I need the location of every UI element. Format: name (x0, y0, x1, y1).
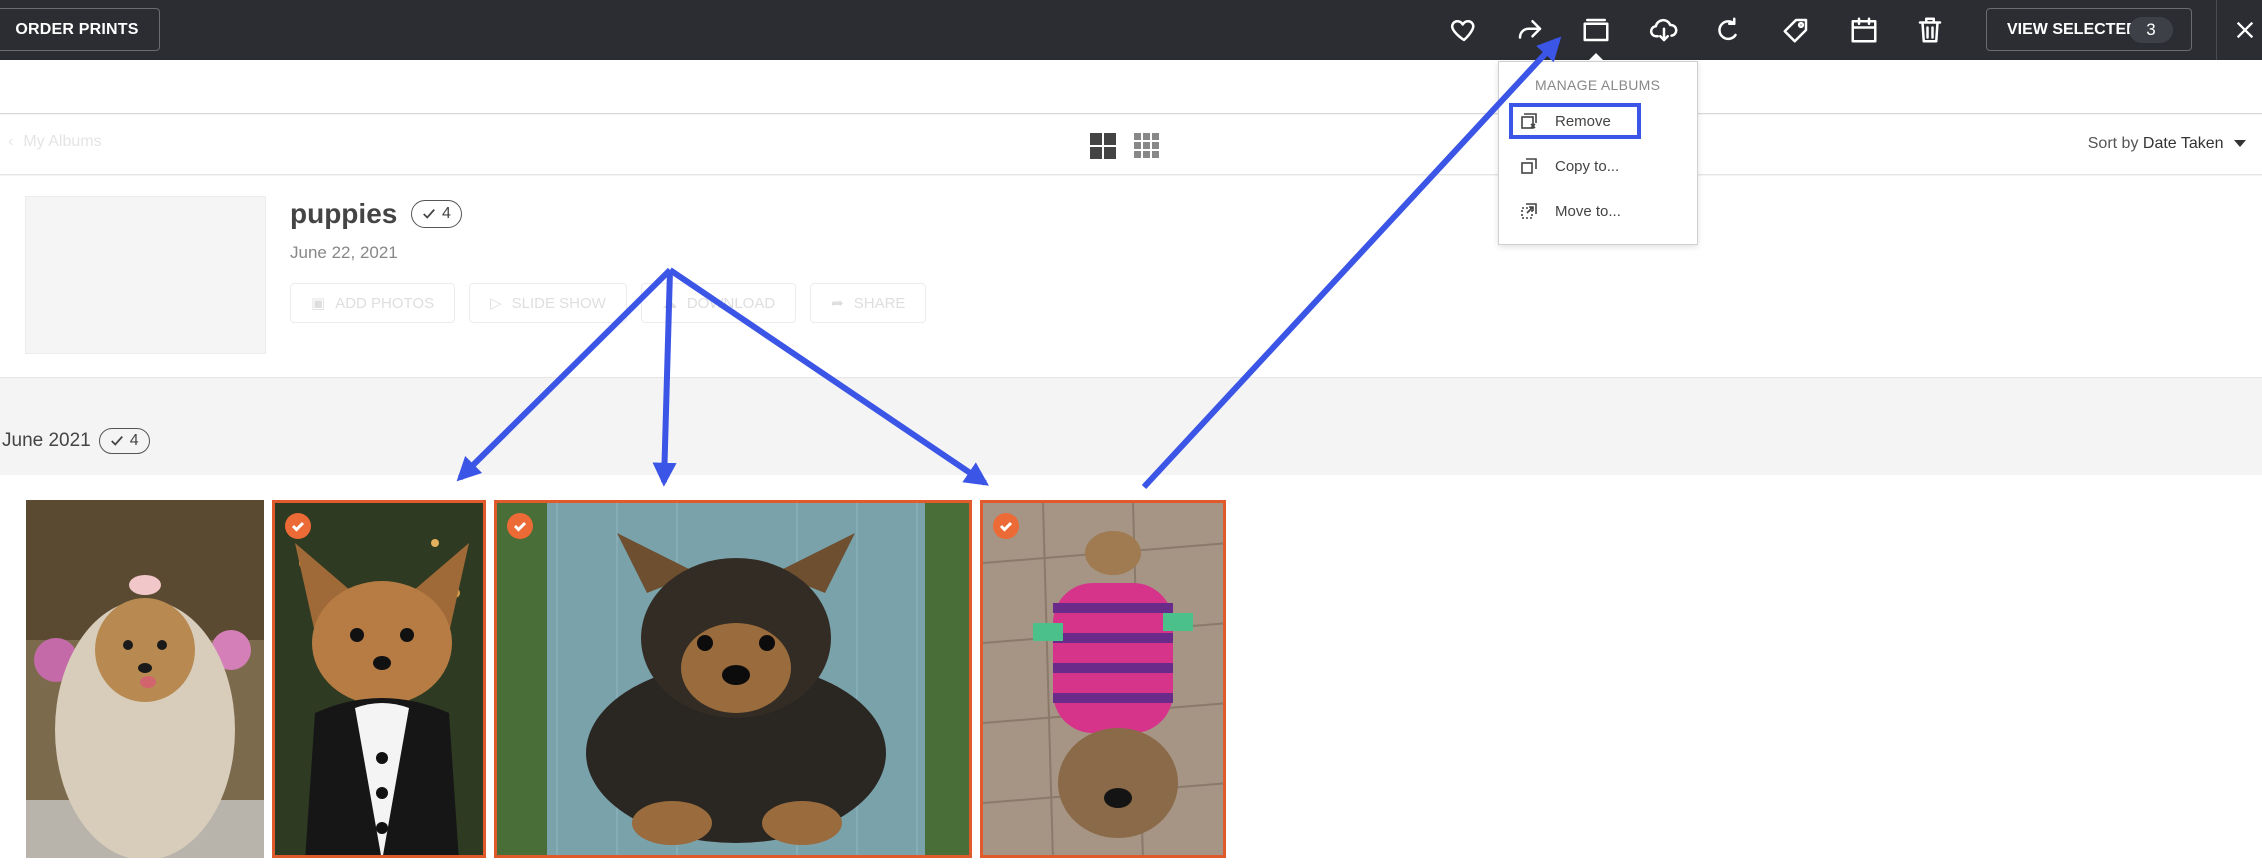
selected-check-icon[interactable] (993, 513, 1019, 539)
selected-count-badge: 3 (2129, 17, 2173, 43)
check-icon (110, 436, 123, 446)
menu-item-copy-to[interactable]: Copy to... (1509, 148, 1689, 184)
close-icon[interactable] (2228, 12, 2262, 48)
add-photos-label: ADD PHOTOS (335, 294, 435, 312)
album-actions: ▣ ADD PHOTOS ▷ SLIDE SHOW ☁ DOWNLOAD ➦ SHARE (290, 283, 927, 323)
slide-show-button[interactable]: ▷ SLIDE SHOW (469, 283, 627, 323)
photo-yorkie-with-bow[interactable] (26, 500, 264, 858)
selected-check-icon[interactable] (285, 513, 311, 539)
large-grid-icon[interactable] (1088, 131, 1118, 161)
album-date: June 22, 2021 (290, 243, 398, 262)
order-prints-button[interactable]: ORDER PRINTS (0, 8, 160, 51)
menu-item-label: Copy to... (1555, 157, 1620, 175)
photo-yorkie-in-tuxedo[interactable] (272, 500, 486, 858)
view-bar: ‹ My Albums Sort by Date Taken (0, 115, 2262, 175)
top-toolbar: ORDER PRINTS VIEW SELECTED 3 (0, 0, 2262, 60)
back-label: My Albums (23, 133, 102, 150)
remove-from-album-icon (1521, 113, 1537, 129)
download-label: DOWNLOAD (686, 294, 776, 312)
share-label: SHARE (853, 294, 906, 312)
share-album-button[interactable]: ➦ SHARE (810, 283, 927, 323)
play-icon: ▷ (490, 295, 502, 312)
menu-item-label: Move to... (1555, 202, 1621, 220)
photo-yorkie-in-striped-shirt[interactable] (980, 500, 1226, 858)
cloud-download-icon: ☁ (661, 295, 677, 312)
month-count: 4 (129, 432, 139, 449)
trash-icon[interactable] (1912, 12, 1948, 48)
month-group-header: June 2021 4 (2, 428, 150, 454)
slide-show-label: SLIDE SHOW (511, 294, 606, 312)
month-count-badge[interactable]: 4 (98, 428, 150, 454)
month-label: June 2021 (2, 430, 91, 451)
download-album-button[interactable]: ☁ DOWNLOAD (640, 283, 797, 323)
share-arrow-icon: ➦ (831, 295, 844, 312)
sort-dropdown[interactable]: Sort by Date Taken (2088, 135, 2246, 153)
menu-item-remove[interactable]: Remove (1509, 103, 1641, 139)
image-icon: ▣ (311, 295, 326, 312)
view-selected-label: VIEW SELECTED (2007, 20, 2138, 38)
add-photos-button[interactable]: ▣ ADD PHOTOS (290, 283, 456, 323)
calendar-icon[interactable] (1846, 12, 1882, 48)
album-cover-thumbnail (25, 196, 266, 354)
toolbar-divider (2216, 0, 2217, 60)
sort-value: Date Taken (2142, 135, 2224, 152)
tag-icon[interactable] (1778, 12, 1814, 48)
album-title: puppies (290, 198, 398, 229)
chevron-left-icon: ‹ (8, 133, 14, 150)
selected-check-icon[interactable] (507, 513, 533, 539)
back-to-albums-link[interactable]: ‹ My Albums (8, 133, 102, 151)
album-header-card: puppies 4 June 22, 2021 ▣ ADD PHOTOS ▷ SLI… (0, 176, 2262, 378)
album-count-badge: 4 (411, 200, 462, 228)
heart-icon[interactable] (1446, 12, 1482, 48)
small-grid-icon[interactable] (1132, 131, 1162, 161)
check-icon (423, 209, 435, 219)
view-selected-button[interactable]: VIEW SELECTED 3 (1986, 8, 2192, 51)
menu-header: MANAGE ALBUMS (1535, 77, 1661, 93)
rotate-icon[interactable] (1710, 12, 1746, 48)
copy-icon (1521, 158, 1537, 174)
sort-prefix: Sort by (2087, 135, 2139, 152)
download-icon[interactable] (1646, 12, 1682, 48)
move-icon (1521, 203, 1537, 219)
photo-yorkie-puppy-on-chair[interactable] (494, 500, 972, 858)
share-icon[interactable] (1512, 12, 1548, 48)
manage-albums-menu: MANAGE ALBUMS Remove Copy to... Move to.… (1498, 61, 1698, 245)
menu-item-label: Remove (1555, 112, 1611, 130)
menu-item-move-to[interactable]: Move to... (1509, 193, 1689, 229)
album-count: 4 (442, 205, 451, 222)
album-icon[interactable] (1578, 12, 1614, 48)
caret-down-icon (2234, 140, 2246, 148)
sub-header (0, 60, 2262, 114)
